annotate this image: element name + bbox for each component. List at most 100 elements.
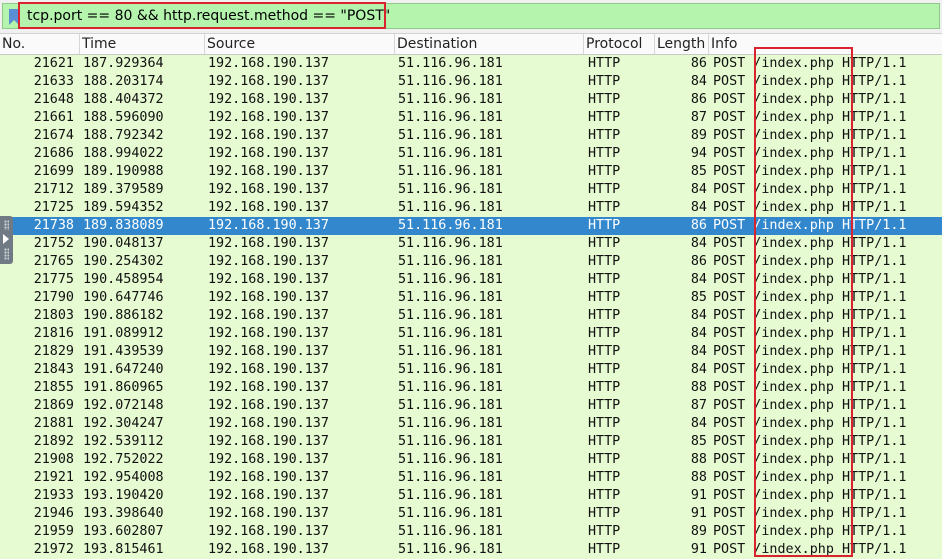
packet-info: POST /index.php HTTP/1.1 (713, 506, 907, 521)
packet-time: 192.304247 (83, 416, 164, 431)
packet-number: 21921 (33, 470, 74, 485)
packet-length: 91 (690, 488, 707, 503)
table-row[interactable]: 21869 192.072148 192.168.190.137 51.116.96.… (0, 397, 942, 415)
packet-length: 84 (690, 326, 707, 341)
packet-number: 21855 (33, 380, 74, 395)
column-header-length[interactable]: Length (655, 34, 709, 54)
table-row-selected[interactable]: 21738 189.838089 192.168.190.137 51.116.96.… (0, 217, 942, 235)
packet-protocol: HTTP (588, 92, 621, 107)
packet-destination: 51.116.96.181 (398, 218, 503, 233)
packet-source: 192.168.190.137 (208, 398, 329, 413)
packet-time: 191.860965 (83, 380, 164, 395)
table-row[interactable]: 21633 188.203174 192.168.190.137 51.116.96.… (0, 73, 942, 91)
packet-protocol: HTTP (588, 164, 621, 179)
packet-number: 21674 (33, 128, 74, 143)
table-row[interactable]: 21712 189.379589 192.168.190.137 51.116.96.… (0, 181, 942, 199)
display-filter-toolbar: tcp.port == 80 && http.request.method ==… (0, 0, 942, 33)
packet-destination: 51.116.96.181 (398, 398, 503, 413)
table-row[interactable]: 21803 190.886182 192.168.190.137 51.116.96.… (0, 307, 942, 325)
table-row[interactable]: 21855 191.860965 192.168.190.137 51.116.96.… (0, 379, 942, 397)
table-row[interactable]: 21686 188.994022 192.168.190.137 51.116.96.… (0, 145, 942, 163)
table-row[interactable]: 21621 187.929364 192.168.190.137 51.116.96.… (0, 55, 942, 73)
packet-time: 191.647240 (83, 362, 164, 377)
packet-number: 21972 (33, 542, 74, 557)
packet-time: 190.458954 (83, 272, 164, 287)
packet-protocol: HTTP (588, 344, 621, 359)
table-row[interactable]: 21921 192.954008 192.168.190.137 51.116.96.… (0, 469, 942, 487)
column-header-info[interactable]: Info (709, 34, 942, 54)
table-row[interactable]: 21790 190.647746 192.168.190.137 51.116.96.… (0, 289, 942, 307)
packet-protocol: HTTP (588, 56, 621, 71)
column-header-protocol[interactable]: Protocol (584, 34, 655, 54)
packet-source: 192.168.190.137 (208, 182, 329, 197)
packet-destination: 51.116.96.181 (398, 344, 503, 359)
grip-dots-icon (4, 220, 9, 230)
packet-destination: 51.116.96.181 (398, 326, 503, 341)
packet-protocol: HTTP (588, 380, 621, 395)
packet-length: 84 (690, 344, 707, 359)
table-row[interactable]: 21765 190.254302 192.168.190.137 51.116.96.… (0, 253, 942, 271)
table-row[interactable]: 21972 193.815461 192.168.190.137 51.116.96.… (0, 541, 942, 559)
table-row[interactable]: 21908 192.752022 192.168.190.137 51.116.96.… (0, 451, 942, 469)
column-header-source[interactable]: Source (205, 34, 395, 54)
packet-source: 192.168.190.137 (208, 434, 329, 449)
table-row[interactable]: 21959 193.602807 192.168.190.137 51.116.96.… (0, 523, 942, 541)
packet-time: 192.539112 (83, 434, 164, 449)
packet-info: POST /index.php HTTP/1.1 (713, 326, 907, 341)
table-row[interactable]: 21648 188.404372 192.168.190.137 51.116.96.… (0, 91, 942, 109)
packet-destination: 51.116.96.181 (398, 416, 503, 431)
packet-info: POST /index.php HTTP/1.1 (713, 110, 907, 125)
packet-time: 187.929364 (83, 56, 164, 71)
table-row[interactable]: 21881 192.304247 192.168.190.137 51.116.96.… (0, 415, 942, 433)
packet-length: 84 (690, 236, 707, 251)
table-row[interactable]: 21752 190.048137 192.168.190.137 51.116.96.… (0, 235, 942, 253)
packet-info: POST /index.php HTTP/1.1 (713, 164, 907, 179)
packet-length: 84 (690, 308, 707, 323)
packet-destination: 51.116.96.181 (398, 434, 503, 449)
packet-time: 193.815461 (83, 542, 164, 557)
packet-protocol: HTTP (588, 182, 621, 197)
packet-time: 190.048137 (83, 236, 164, 251)
packet-source: 192.168.190.137 (208, 290, 329, 305)
packet-destination: 51.116.96.181 (398, 56, 503, 71)
packet-length: 89 (690, 524, 707, 539)
packet-time: 193.190420 (83, 488, 164, 503)
packet-time: 191.439539 (83, 344, 164, 359)
packet-length: 87 (690, 110, 707, 125)
column-header-time[interactable]: Time (80, 34, 205, 54)
packet-number: 21946 (33, 506, 74, 521)
packet-protocol: HTTP (588, 542, 621, 557)
packet-protocol: HTTP (588, 398, 621, 413)
table-row[interactable]: 21725 189.594352 192.168.190.137 51.116.96.… (0, 199, 942, 217)
packet-length: 89 (690, 128, 707, 143)
packet-time: 193.398640 (83, 506, 164, 521)
table-row[interactable]: 21843 191.647240 192.168.190.137 51.116.96.… (0, 361, 942, 379)
packet-number: 21648 (33, 92, 74, 107)
packet-info: POST /index.php HTTP/1.1 (713, 308, 907, 323)
packet-source: 192.168.190.137 (208, 128, 329, 143)
packet-number: 21908 (33, 452, 74, 467)
table-row[interactable]: 21892 192.539112 192.168.190.137 51.116.96.… (0, 433, 942, 451)
table-row[interactable]: 21829 191.439539 192.168.190.137 51.116.96.… (0, 343, 942, 361)
column-header-no[interactable]: No. (0, 34, 80, 54)
table-row[interactable]: 21933 193.190420 192.168.190.137 51.116.96.… (0, 487, 942, 505)
table-row[interactable]: 21775 190.458954 192.168.190.137 51.116.96.… (0, 271, 942, 289)
table-row[interactable]: 21699 189.190988 192.168.190.137 51.116.96.… (0, 163, 942, 181)
packet-time: 189.379589 (83, 182, 164, 197)
packet-source: 192.168.190.137 (208, 308, 329, 323)
packet-info: POST /index.php HTTP/1.1 (713, 74, 907, 89)
packet-time: 190.254302 (83, 254, 164, 269)
packet-destination: 51.116.96.181 (398, 182, 503, 197)
side-panel-handle[interactable] (0, 216, 13, 264)
packet-destination: 51.116.96.181 (398, 146, 503, 161)
packet-protocol: HTTP (588, 74, 621, 89)
packet-length: 84 (690, 74, 707, 89)
table-row[interactable]: 21674 188.792342 192.168.190.137 51.116.96.… (0, 127, 942, 145)
packet-protocol: HTTP (588, 200, 621, 215)
table-row[interactable]: 21816 191.089912 192.168.190.137 51.116.96.… (0, 325, 942, 343)
packet-protocol: HTTP (588, 326, 621, 341)
table-row[interactable]: 21946 193.398640 192.168.190.137 51.116.96.… (0, 505, 942, 523)
column-header-destination[interactable]: Destination (395, 34, 584, 54)
table-row[interactable]: 21661 188.596090 192.168.190.137 51.116.96.… (0, 109, 942, 127)
packet-info: POST /index.php HTTP/1.1 (713, 254, 907, 269)
